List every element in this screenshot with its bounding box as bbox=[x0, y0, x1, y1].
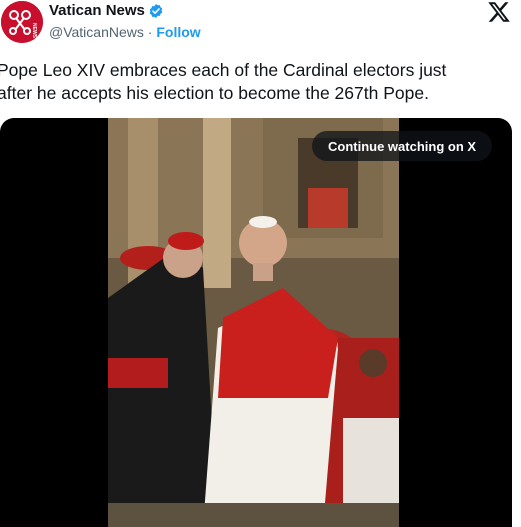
author-name[interactable]: Vatican News bbox=[49, 2, 145, 20]
author-handle-row: @VaticanNews · Follow bbox=[49, 23, 201, 41]
verified-badge-icon bbox=[148, 3, 164, 19]
vatican-news-logo: NEWS bbox=[1, 1, 43, 43]
x-logo-icon[interactable] bbox=[487, 0, 511, 24]
video-thumbnail bbox=[108, 118, 399, 527]
separator-dot: · bbox=[147, 24, 153, 40]
author-name-row: Vatican News bbox=[49, 2, 164, 20]
svg-text:NEWS: NEWS bbox=[31, 23, 37, 39]
follow-button[interactable]: Follow bbox=[156, 23, 200, 41]
continue-watching-button[interactable]: Continue watching on X bbox=[312, 131, 493, 161]
tweet-text: Pope Leo XIV embraces each of the Cardin… bbox=[0, 60, 447, 103]
author-handle[interactable]: @VaticanNews bbox=[49, 23, 144, 41]
video-player[interactable]: Continue watching on X bbox=[0, 118, 512, 527]
avatar[interactable]: NEWS bbox=[1, 1, 43, 43]
